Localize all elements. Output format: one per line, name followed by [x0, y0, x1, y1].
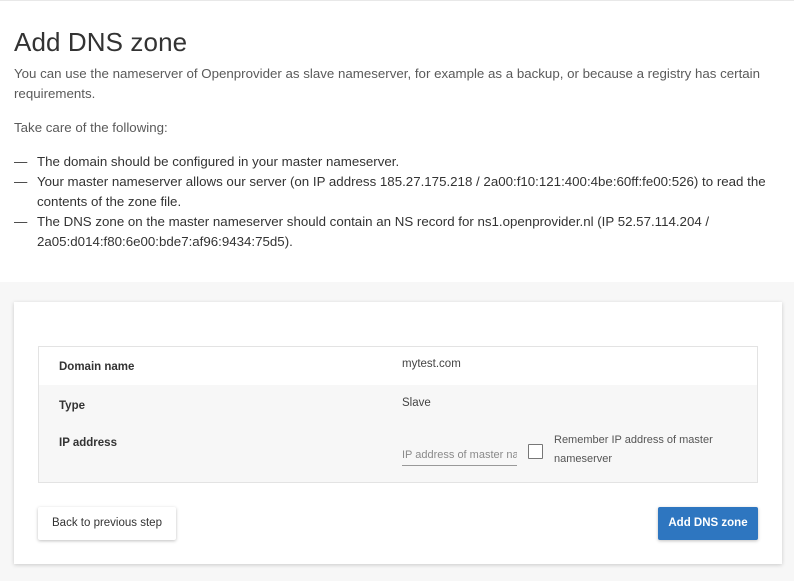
domain-name-label: Domain name: [59, 361, 135, 373]
remember-ip-label[interactable]: Remember IP address of master nameserver: [554, 431, 744, 469]
requirement-item: — The domain should be configured in you…: [14, 152, 784, 172]
requirement-text: Your master nameserver allows our server…: [37, 174, 766, 209]
requirement-text: The DNS zone on the master nameserver sh…: [37, 214, 710, 249]
ip-address-input[interactable]: [402, 444, 517, 466]
form-row-type: Type Slave: [39, 385, 757, 423]
take-care-text: Take care of the following:: [14, 120, 168, 135]
requirements-list: — The domain should be configured in you…: [14, 152, 784, 252]
dash-bullet: —: [14, 174, 28, 189]
page-title: Add DNS zone: [14, 27, 188, 57]
remember-ip-checkbox[interactable]: [528, 444, 543, 459]
page-header: Add DNS zone You can use the nameserver …: [0, 0, 794, 282]
intro-text: You can use the nameserver of Openprovid…: [14, 66, 761, 101]
ip-address-label: IP address: [59, 437, 117, 449]
type-value: Slave: [402, 397, 431, 409]
form-row-domain: Domain name mytest.com: [39, 347, 757, 385]
dash-bullet: —: [14, 214, 28, 229]
form-table: Domain name mytest.com Type Slave IP add…: [38, 346, 758, 483]
requirement-text: The domain should be configured in your …: [37, 154, 400, 169]
domain-name-value: mytest.com: [402, 358, 461, 370]
type-label: Type: [59, 400, 85, 412]
requirement-item: — The DNS zone on the master nameserver …: [14, 212, 784, 252]
add-dns-zone-button[interactable]: Add DNS zone: [658, 507, 758, 540]
dash-bullet: —: [14, 154, 28, 169]
form-row-ip-address: IP address Remember IP address of master…: [39, 423, 757, 482]
dns-zone-form-card: Domain name mytest.com Type Slave IP add…: [14, 302, 782, 564]
requirement-item: — Your master nameserver allows our serv…: [14, 172, 784, 212]
back-to-previous-step-button[interactable]: Back to previous step: [38, 507, 176, 540]
